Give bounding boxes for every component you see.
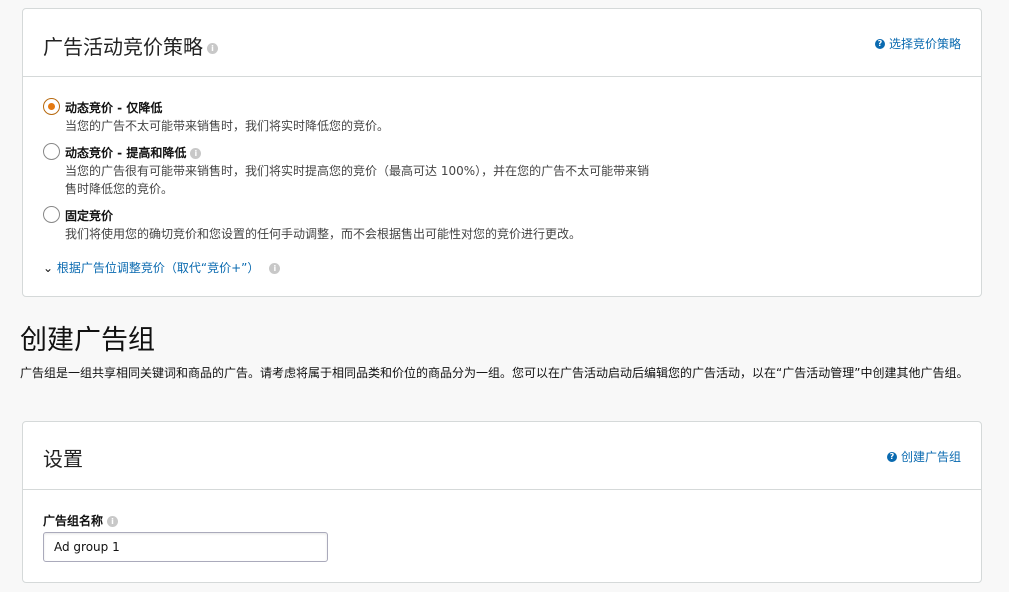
placement-adjust-expander[interactable]: ⌄ 根据广告位调整竞价（取代“竞价+”） i (43, 259, 281, 276)
settings-card: 设置 ? 创建广告组 广告组名称 i (22, 421, 982, 583)
info-icon[interactable]: i (207, 43, 218, 54)
create-ad-group-help-link[interactable]: ? 创建广告组 (886, 448, 961, 465)
card-title: 广告活动竞价策略 i (43, 31, 218, 60)
page-section-title: 创建广告组 (20, 325, 155, 356)
radio-button[interactable] (43, 206, 60, 223)
card-header: 设置 ? 创建广告组 (23, 422, 981, 490)
help-icon: ? (874, 38, 885, 49)
info-icon[interactable]: i (107, 516, 119, 527)
ad-group-name-label: 广告组名称 i (43, 512, 119, 529)
section-description: 广告组是一组共享相同关键词和商品的广告。请考虑将属于相同品类和价位的商品分为一组… (20, 366, 969, 380)
bidding-strategy-card: 广告活动竞价策略 i ? 选择竞价策略 动态竞价 - 仅降低 当您的广告不太可能带来… (22, 8, 982, 297)
choose-bidding-strategy-link[interactable]: ? 选择竞价策略 (874, 35, 961, 52)
radio-button[interactable] (43, 98, 60, 115)
info-icon[interactable]: i (190, 148, 202, 159)
info-icon[interactable]: i (269, 263, 281, 274)
ad-group-name-input[interactable] (43, 532, 328, 562)
radio-button[interactable] (43, 143, 60, 160)
help-icon: ? (886, 451, 897, 462)
card-title: 设置 (43, 447, 83, 471)
card-header: 广告活动竞价策略 i ? 选择竞价策略 (23, 9, 981, 77)
chevron-down-icon: ⌄ (43, 261, 57, 275)
